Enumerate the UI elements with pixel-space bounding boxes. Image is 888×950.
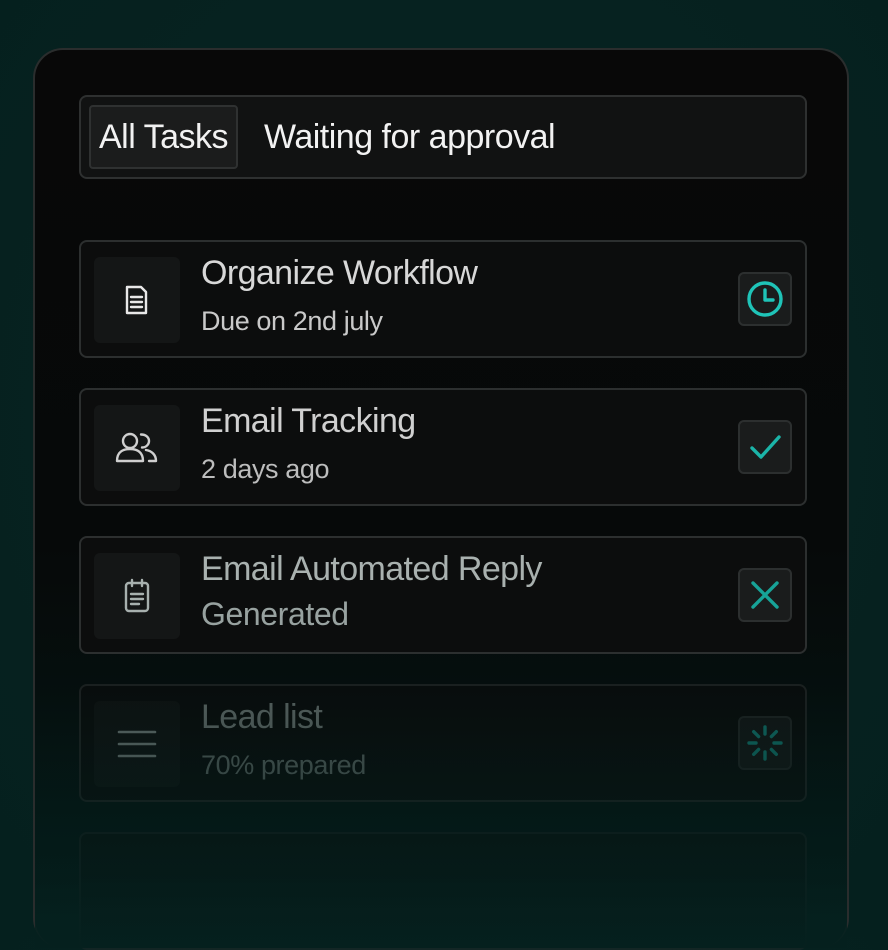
task-title: Email Tracking [201,402,416,440]
task-card[interactable]: Email Automated Reply Generated [79,536,807,654]
tab-all-tasks[interactable]: All Tasks [89,105,239,169]
task-subtitle: 2 days ago [201,454,330,484]
task-subtitle: 70% prepared [201,750,366,780]
tab-waiting-for-approval[interactable]: Waiting for approval [264,105,556,169]
task-card[interactable]: Email Tracking 2 days ago [79,388,807,506]
menu-lines-icon [94,701,180,787]
document-icon [94,257,180,343]
task-title: Lead list [201,698,323,736]
clipboard-icon [94,553,180,639]
task-panel: All Tasks Waiting for approval Organize … [33,48,849,950]
task-card[interactable]: Lead list 70% prepared [79,684,807,802]
task-subtitle: Due on 2nd july [201,306,383,336]
task-filter-tabs: All Tasks Waiting for approval [79,95,807,179]
users-icon [94,405,180,491]
loading-icon[interactable] [738,716,792,770]
check-icon[interactable] [738,420,792,474]
task-card[interactable]: Organize Workflow Due on 2nd july [79,240,807,358]
task-title: Email Automated Reply [201,550,542,588]
close-icon[interactable] [738,568,792,622]
task-title: Organize Workflow [201,254,478,292]
clock-icon[interactable] [738,272,792,326]
task-card[interactable] [79,832,807,950]
task-subtitle: Generated [201,596,349,632]
